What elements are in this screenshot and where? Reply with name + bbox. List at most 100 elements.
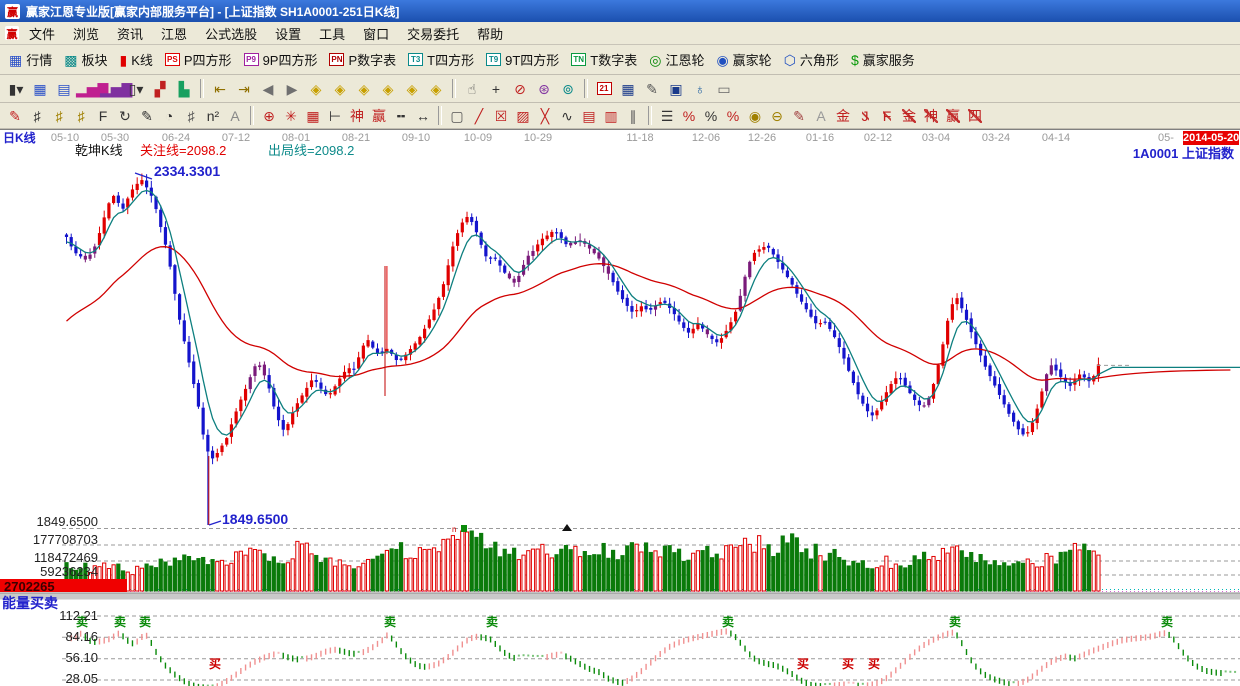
shen-tool[interactable]: 神 xyxy=(346,106,368,126)
menu-item-2[interactable]: 资讯 xyxy=(108,23,152,44)
info-list-button[interactable]: ▤ xyxy=(52,78,76,100)
ying-angle-tool[interactable]: 赢 xyxy=(942,106,964,126)
red-grid-tool-2[interactable]: ▤ xyxy=(578,106,600,126)
hexagon-button[interactable]: ⬡六角形 xyxy=(779,49,844,70)
n-squared-tool[interactable]: n² xyxy=(202,106,224,126)
brush-tool[interactable]: ✎ xyxy=(788,106,810,126)
measure-tool[interactable]: ⊢ xyxy=(324,106,346,126)
last-page-button[interactable]: ⇥ xyxy=(232,78,256,100)
si-angle-tool[interactable]: 四 xyxy=(964,106,986,126)
red-grid-tool-3[interactable]: ▥ xyxy=(600,106,622,126)
kline-pattern-button[interactable]: ▞ xyxy=(148,78,172,100)
golden-section-tool[interactable]: ⊖ xyxy=(766,106,788,126)
box-x-tool[interactable]: ☒ xyxy=(490,106,512,126)
diamond-right-button[interactable]: ◈ xyxy=(328,78,352,100)
period-label[interactable]: 日K线 xyxy=(3,132,36,145)
percent-line-tool[interactable]: % xyxy=(722,106,744,126)
gold-hash-tool-1[interactable]: ♯ xyxy=(48,106,70,126)
ying-tool[interactable]: 赢 xyxy=(368,106,390,126)
diamond-cross-button[interactable]: ◈ xyxy=(376,78,400,100)
kline-style-dropdown[interactable]: ▯▾ xyxy=(124,78,148,100)
hash-ruler-tool[interactable]: ♯ xyxy=(26,106,48,126)
prev-button[interactable]: ◀ xyxy=(256,78,280,100)
shen-angle-tool[interactable]: 神 xyxy=(920,106,942,126)
pencil-tool[interactable]: ✎ xyxy=(136,106,158,126)
diamond-move-button[interactable]: ◈ xyxy=(424,78,448,100)
menu-item-3[interactable]: 江恩 xyxy=(152,23,196,44)
box-hatch-tool[interactable]: ▨ xyxy=(512,106,534,126)
diamond-star-button[interactable]: ◈ xyxy=(400,78,424,100)
cross-lines-tool[interactable]: ╳ xyxy=(534,106,556,126)
zoom-window-button[interactable]: ▦ xyxy=(28,78,52,100)
notes-button[interactable]: ✎ xyxy=(640,78,664,100)
hand-tool-button[interactable]: ☝ xyxy=(460,78,484,100)
menu-item-1[interactable]: 浏览 xyxy=(64,23,108,44)
zoom-off-button[interactable]: ⊘ xyxy=(508,78,532,100)
menu-item-5[interactable]: 设置 xyxy=(266,23,310,44)
t-square-button[interactable]: T3T四方形 xyxy=(403,49,479,70)
f-angle-tool[interactable]: F xyxy=(876,106,898,126)
gold-hash-tool-2[interactable]: ♯ xyxy=(70,106,92,126)
menu-item-9[interactable]: 帮助 xyxy=(468,23,512,44)
price-ladder-tool[interactable]: ☰ xyxy=(656,106,678,126)
percent-tool-1[interactable]: % xyxy=(678,106,700,126)
p-square-button[interactable]: PSP四方形 xyxy=(160,49,237,70)
chart9-button[interactable]: ▂▅▇ xyxy=(100,78,124,100)
winner-wheel-button[interactable]: ◉赢家轮 xyxy=(711,49,776,70)
ruler-123-tool[interactable]: ╍ xyxy=(390,106,412,126)
gann-flower-button[interactable]: ⊛ xyxy=(532,78,556,100)
select-box-tool[interactable]: ▢ xyxy=(446,106,468,126)
print-button[interactable]: ▭ xyxy=(712,78,736,100)
percent-tool-2[interactable]: % xyxy=(700,106,722,126)
a-wave-tool[interactable]: A xyxy=(810,106,832,126)
winner-service-button[interactable]: $赢家服务 xyxy=(846,49,920,70)
t-number-button[interactable]: TNT数字表 xyxy=(566,49,642,70)
crosshair-button[interactable]: + xyxy=(484,78,508,100)
fan-lines-tool[interactable]: ╱ xyxy=(468,106,490,126)
wave-tool[interactable]: ∿ xyxy=(556,106,578,126)
gann-wheel-button[interactable]: ◎江恩轮 xyxy=(644,49,709,70)
pencil-red-tool[interactable]: ✎ xyxy=(4,106,26,126)
menu-item-6[interactable]: 工具 xyxy=(310,23,354,44)
mirror-tool[interactable]: A xyxy=(224,106,246,126)
f-ruler-tool[interactable]: F xyxy=(92,106,114,126)
menu-item-8[interactable]: 交易委托 xyxy=(398,23,468,44)
market-quotes-button[interactable]: ▦行情 xyxy=(4,49,57,70)
gann-brain-button[interactable]: ⊚ xyxy=(556,78,580,100)
diamond-left-button[interactable]: ◈ xyxy=(304,78,328,100)
calculator-button[interactable]: ▦ xyxy=(616,78,640,100)
p9-square-button[interactable]: P99P四方形 xyxy=(239,49,323,70)
color-histogram-button[interactable]: ▙ xyxy=(172,78,196,100)
menu-item-0[interactable]: 文件 xyxy=(20,23,64,44)
date-tick-label: 03-24 xyxy=(973,132,1019,144)
gann-grid-tool[interactable]: ▦ xyxy=(302,106,324,126)
width-arrow-tool[interactable]: ↔ xyxy=(412,106,434,126)
red-compass-tool[interactable]: ⊕ xyxy=(258,106,280,126)
calendar-button[interactable]: 21 xyxy=(592,78,616,100)
save-button[interactable]: ▣ xyxy=(664,78,688,100)
gann-web-tool[interactable]: ✳ xyxy=(280,106,302,126)
menu-item-7[interactable]: 窗口 xyxy=(354,23,398,44)
spiral-tool[interactable]: ↻ xyxy=(114,106,136,126)
gold-angle-tool[interactable]: 金 xyxy=(898,106,920,126)
menu-item-4[interactable]: 公式选股 xyxy=(196,23,266,44)
p-number-button[interactable]: PNP数字表 xyxy=(324,49,401,70)
kline-button[interactable]: ▮K线 xyxy=(115,49,158,70)
chart3-button[interactable]: ▂▅▇ xyxy=(76,78,100,100)
first-page-button[interactable]: ⇤ xyxy=(208,78,232,100)
next-button[interactable]: ▶ xyxy=(280,78,304,100)
clock-angle-tool[interactable]: ◔ xyxy=(158,106,180,126)
diamond-expand-button[interactable]: ◈ xyxy=(352,78,376,100)
web-button[interactable]: ♁ xyxy=(688,78,712,100)
percent-tool-2-icon: % xyxy=(705,109,717,123)
parallel-lines-tool[interactable]: ∥ xyxy=(622,106,644,126)
kline-chart-canvas[interactable]: 卖卖卖卖卖卖卖卖买买买买n xyxy=(0,130,1240,686)
gold-line-tool[interactable]: 金 xyxy=(832,106,854,126)
grid-ruler-tool[interactable]: ♯ xyxy=(180,106,202,126)
sector-board-button[interactable]: ▩板块 xyxy=(59,49,112,70)
golden-circle-tool[interactable]: ◉ xyxy=(744,106,766,126)
candle-type-dropdown-icon: ▮▾ xyxy=(9,82,24,96)
j-angle-tool[interactable]: J xyxy=(854,106,876,126)
candle-type-dropdown[interactable]: ▮▾ xyxy=(4,78,28,100)
t9-square-button[interactable]: T99T四方形 xyxy=(481,49,564,70)
